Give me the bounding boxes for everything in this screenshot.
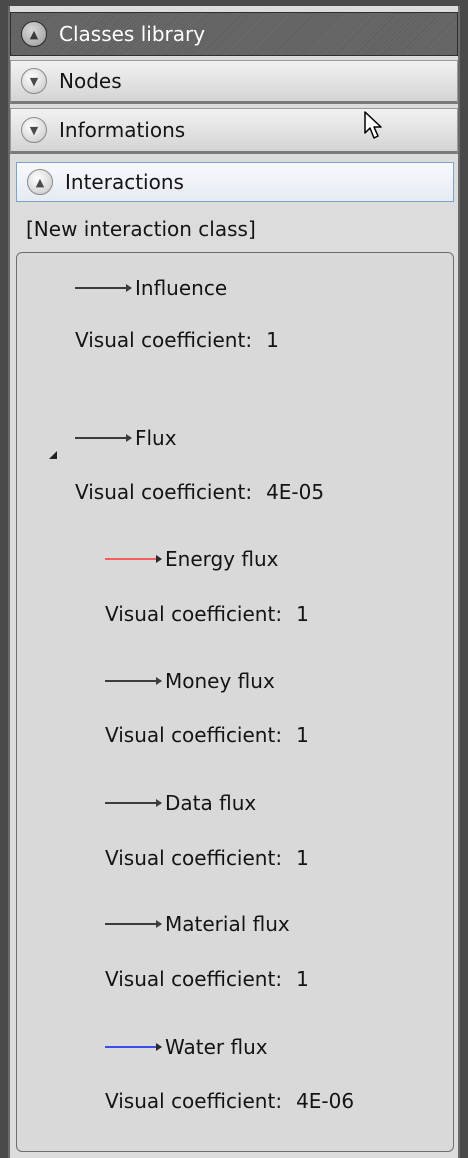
coefficient-row: Visual coefficient: 1 [105, 964, 309, 994]
coefficient-label: Visual coefficient: [75, 480, 253, 504]
section-classes-library[interactable]: ▲ Classes library [10, 12, 458, 56]
interaction-name: Material flux [165, 912, 290, 936]
coefficient-row: Visual coefficient: 4E-06 [105, 1086, 354, 1116]
coefficient-row: Visual coefficient: 1 [105, 843, 309, 873]
coefficient-row: Visual coefficient: 1 [105, 599, 309, 629]
coefficient-row: Visual coefficient: 1 [105, 720, 309, 750]
coefficient-row: Visual coefficient: 1 [75, 325, 279, 355]
section-nodes[interactable]: ▼ Nodes [10, 60, 458, 104]
interaction-item-data-flux[interactable]: Data flux [105, 788, 256, 818]
coefficient-label: Visual coefficient: [105, 1089, 283, 1113]
arrow-icon [105, 920, 162, 928]
coefficient-value[interactable]: 1 [296, 846, 309, 870]
coefficient-label: Visual coefficient: [105, 967, 283, 991]
arrow-icon [105, 555, 162, 563]
coefficient-value[interactable]: 1 [296, 602, 309, 626]
interaction-item-water-flux[interactable]: Water flux [105, 1032, 268, 1062]
section-interactions[interactable]: ▲ Interactions [16, 162, 454, 202]
coefficient-label: Visual coefficient: [105, 723, 283, 747]
arrow-icon [75, 284, 132, 292]
section-title: Informations [59, 118, 186, 142]
chevron-up-icon[interactable]: ▲ [27, 169, 53, 195]
arrow-icon [105, 677, 162, 685]
section-informations[interactable]: ▼ Informations [10, 108, 458, 154]
coefficient-value[interactable]: 1 [296, 723, 309, 747]
interaction-tree: Influence Visual coefficient: 1 Flux Vis… [16, 252, 454, 1152]
interaction-item-material-flux[interactable]: Material flux [105, 909, 290, 939]
section-title: Classes library [59, 22, 206, 46]
coefficient-row: Visual coefficient: 4E-05 [75, 477, 324, 507]
interaction-name: Energy flux [165, 547, 279, 571]
coefficient-label: Visual coefficient: [105, 602, 283, 626]
coefficient-label: Visual coefficient: [75, 328, 253, 352]
interaction-name: Flux [135, 426, 177, 450]
arrow-icon [75, 434, 132, 442]
coefficient-value[interactable]: 1 [266, 328, 279, 352]
tree-expander-icon[interactable] [49, 451, 57, 459]
coefficient-label: Visual coefficient: [105, 846, 283, 870]
interaction-name: Data flux [165, 791, 257, 815]
interaction-item-energy-flux[interactable]: Energy flux [105, 544, 279, 574]
coefficient-value[interactable]: 4E-06 [296, 1089, 354, 1113]
section-title: Interactions [65, 170, 184, 194]
arrow-icon [105, 1043, 162, 1051]
arrow-icon [105, 799, 162, 807]
chevron-up-icon[interactable]: ▲ [21, 21, 47, 47]
interaction-item-money-flux[interactable]: Money flux [105, 666, 275, 696]
interaction-name: Money flux [165, 669, 275, 693]
interaction-item-flux[interactable]: Flux [75, 423, 177, 453]
new-interaction-class-button[interactable]: [New interaction class] [26, 214, 256, 244]
chevron-down-icon[interactable]: ▼ [21, 117, 47, 143]
coefficient-value[interactable]: 1 [296, 967, 309, 991]
interaction-name: Influence [135, 276, 228, 300]
interaction-item-influence[interactable]: Influence [75, 273, 227, 303]
section-title: Nodes [59, 69, 122, 93]
chevron-down-icon[interactable]: ▼ [21, 68, 47, 94]
coefficient-value[interactable]: 4E-05 [266, 480, 324, 504]
mouse-cursor-icon [364, 111, 382, 139]
interaction-name: Water flux [165, 1035, 268, 1059]
